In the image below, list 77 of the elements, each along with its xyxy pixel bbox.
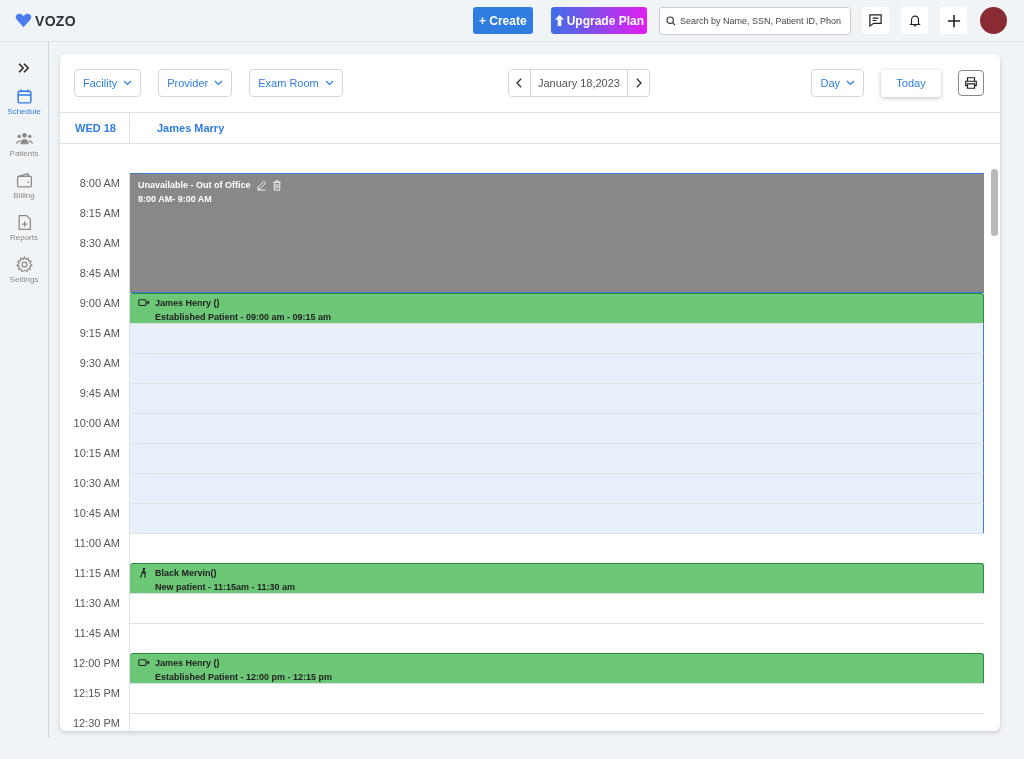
print-button[interactable] [958,70,984,96]
add-button[interactable] [940,7,967,34]
today-button[interactable]: Today [881,69,941,97]
view-dropdown[interactable]: Day [811,69,864,97]
chevron-down-icon [846,80,855,86]
avatar[interactable] [980,7,1007,34]
search-icon [666,15,676,26]
filter-dropdown[interactable]: Exam Room [249,69,343,97]
time-label: 11:15 AM [74,566,120,580]
double-chevron-icon [18,63,30,73]
video-camera-icon [138,297,150,309]
edit-icon [255,179,267,191]
wallet-icon [15,172,33,189]
chevron-down-icon [324,80,334,86]
sidebar-item[interactable]: Patients [4,130,44,166]
time-label: 8:15 AM [79,206,120,220]
patient-name: James Henry () [155,658,220,668]
appointment-block[interactable]: James Henry () Established Patient - 09:00 am - 09:15 am [130,293,984,323]
time-label: 11:45 AM [74,626,120,640]
appointment-details: New patient - 11:15am - 11:30 am [154,582,297,592]
time-label: 9:15 AM [79,326,120,340]
appointment-block[interactable]: Black Mervin() New patient - 11:15am - 11:30 am [130,563,984,593]
printer-icon [964,76,978,90]
logo-text: VOZO [35,12,76,29]
chevron-right-icon [634,78,642,88]
search-field[interactable]: Search by Name, SSN, Patient ID, Phon [659,6,851,35]
time-label: 9:30 AM [79,356,120,370]
plus-icon [946,13,961,28]
time-label: 9:45 AM [79,386,120,400]
chat-button[interactable] [862,7,889,34]
time-label: 11:30 AM [74,596,120,610]
expand-button[interactable] [16,60,32,76]
provider-name: James Marry [157,122,225,134]
bell-icon [907,13,922,28]
day-label: WED 18 [75,122,116,134]
calendar-icon [15,88,33,105]
time-label: 8:30 AM [79,236,120,250]
time-label: 12:30 PM [72,716,120,730]
patient-name: James Henry () [155,298,220,308]
patient-name: Black Mervin() [155,568,217,578]
appointment-details: Established Patient - 09:00 am - 09:15 am [154,312,333,322]
filter-dropdown[interactable]: Provider [158,69,233,97]
upgrade-plan-button[interactable]: Upgrade Plan [550,7,647,34]
event-time: 8:00 AM- 9:00 AM [138,194,213,204]
time-label: 8:45 AM [79,266,120,280]
chat-icon [868,13,883,28]
time-label: 12:00 PM [72,656,120,670]
sidebar-item[interactable]: Billing [4,172,44,208]
heart-logo-icon [15,13,32,28]
scrollbar-thumb[interactable] [991,169,998,236]
time-label: 9:00 AM [79,296,120,310]
time-label: 10:30 AM [73,476,120,490]
sidebar-item[interactable]: Settings [4,256,44,292]
time-label: 10:00 AM [73,416,120,430]
time-label: 10:45 AM [73,506,120,520]
trash-icon [271,179,282,191]
appointment-block[interactable]: James Henry () Established Patient - 12:00 pm - 12:15 pm [130,653,984,683]
event-title: Unavailable - Out of Office [138,180,251,190]
chevron-left-icon [516,78,523,88]
sidebar-item[interactable]: Schedule [4,88,44,124]
video-camera-icon [138,657,150,669]
create-button[interactable]: + Create [472,7,533,34]
appointment-details: Established Patient - 12:00 pm - 12:15 pm [154,672,334,682]
time-label: 11:00 AM [74,536,120,550]
filter-dropdown[interactable]: Facility [74,69,142,97]
time-label: 10:15 AM [73,446,120,460]
settings-icon [15,256,33,273]
people-icon [15,130,33,147]
arrow-up-icon [554,15,564,26]
sidebar-item[interactable]: Reports [4,214,44,250]
chevron-down-icon [123,80,133,86]
notification-button[interactable] [901,7,928,34]
time-label: 12:15 PM [72,686,120,700]
date-label: January 18,2023 [530,70,628,96]
unavailable-block[interactable]: Unavailable - Out of Office 8:00 AM- 9:00 AM [130,173,984,203]
time-label: 8:00 AM [79,176,120,190]
chevron-down-icon [214,80,224,86]
